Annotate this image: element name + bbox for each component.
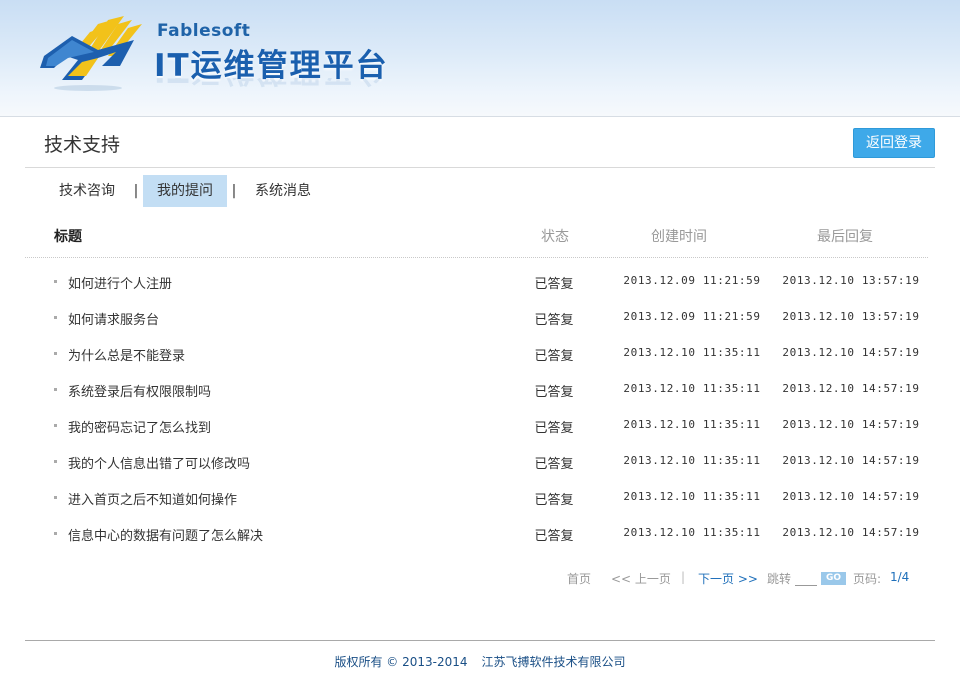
page-title: 技术支持 bbox=[44, 134, 121, 156]
question-title-link[interactable]: 如何请求服务台 bbox=[68, 309, 159, 328]
table-header-divider bbox=[25, 257, 928, 258]
question-last-reply-time: 2013.12.10 14:57:19 bbox=[782, 346, 920, 359]
jump-page-input[interactable] bbox=[795, 572, 817, 586]
bullet-icon bbox=[54, 424, 57, 427]
page-number-label: 页码: bbox=[853, 572, 882, 586]
question-status: 已答复 bbox=[534, 421, 574, 436]
bullet-icon bbox=[54, 532, 57, 535]
table-row: 信息中心的数据有问题了怎么解决 已答复 2013.12.10 11:35:11 … bbox=[0, 515, 960, 551]
tab-system-messages[interactable]: 系统消息 bbox=[241, 175, 325, 207]
tab-separator: | bbox=[133, 183, 139, 199]
table-row: 系统登录后有权限限制吗 已答复 2013.12.10 11:35:11 2013… bbox=[0, 371, 960, 407]
title-divider bbox=[25, 167, 935, 168]
table-row: 为什么总是不能登录 已答复 2013.12.10 11:35:11 2013.1… bbox=[0, 335, 960, 371]
question-title-link[interactable]: 信息中心的数据有问题了怎么解决 bbox=[68, 525, 263, 544]
question-last-reply-time: 2013.12.10 14:57:19 bbox=[782, 454, 920, 467]
pagination: 首页 << 上一页 | 下一页 >> 跳转 GO 页码: 1/4 bbox=[0, 570, 960, 588]
fablesoft-logo-icon bbox=[40, 16, 142, 91]
company-name: 江苏飞搏软件技术有限公司 bbox=[481, 655, 626, 669]
brand-reflection: IT运维管理平台 bbox=[154, 78, 389, 96]
question-status: 已答复 bbox=[534, 493, 574, 508]
question-status: 已答复 bbox=[534, 529, 574, 544]
question-title-link[interactable]: 如何进行个人注册 bbox=[68, 273, 172, 292]
bullet-icon bbox=[54, 316, 57, 319]
go-button[interactable]: GO bbox=[821, 572, 846, 585]
back-to-login-button[interactable]: 返回登录 bbox=[853, 128, 935, 158]
column-header-title: 标题 bbox=[54, 229, 82, 245]
question-title-link[interactable]: 我的个人信息出错了可以修改吗 bbox=[68, 453, 250, 472]
question-last-reply-time: 2013.12.10 14:57:19 bbox=[782, 418, 920, 431]
bullet-icon bbox=[54, 496, 57, 499]
question-last-reply-time: 2013.12.10 14:57:19 bbox=[782, 382, 920, 395]
table-row: 进入首页之后不知道如何操作 已答复 2013.12.10 11:35:11 20… bbox=[0, 479, 960, 515]
question-list: 如何进行个人注册 已答复 2013.12.09 11:21:59 2013.12… bbox=[0, 263, 960, 551]
question-status: 已答复 bbox=[534, 457, 574, 472]
column-header-status: 状态 bbox=[541, 229, 569, 245]
column-header-created: 创建时间 bbox=[651, 229, 707, 245]
bullet-icon bbox=[54, 280, 57, 283]
question-last-reply-time: 2013.12.10 14:57:19 bbox=[782, 490, 920, 503]
question-title-link[interactable]: 我的密码忘记了怎么找到 bbox=[68, 417, 211, 436]
question-created-time: 2013.12.10 11:35:11 bbox=[623, 454, 761, 467]
question-title-link[interactable]: 为什么总是不能登录 bbox=[68, 345, 185, 364]
prev-page-link[interactable]: << 上一页 bbox=[611, 570, 671, 587]
next-page-link[interactable]: 下一页 >> bbox=[698, 570, 758, 587]
question-last-reply-time: 2013.12.10 14:57:19 bbox=[782, 526, 920, 539]
question-created-time: 2013.12.09 11:21:59 bbox=[623, 310, 761, 323]
column-header-last-reply: 最后回复 bbox=[817, 229, 873, 245]
copyright-text: 版权所有 © 2013-2014 bbox=[334, 655, 468, 669]
question-last-reply-time: 2013.12.10 13:57:19 bbox=[782, 310, 920, 323]
bullet-icon bbox=[54, 460, 57, 463]
question-created-time: 2013.12.10 11:35:11 bbox=[623, 526, 761, 539]
tab-bar: 技术咨询 | 我的提问 | 系统消息 bbox=[45, 175, 325, 207]
table-row: 我的个人信息出错了可以修改吗 已答复 2013.12.10 11:35:11 2… bbox=[0, 443, 960, 479]
brand-name-en: Fablesoft bbox=[157, 21, 251, 41]
footer-divider bbox=[25, 640, 935, 641]
question-last-reply-time: 2013.12.10 13:57:19 bbox=[782, 274, 920, 287]
question-created-time: 2013.12.10 11:35:11 bbox=[623, 418, 761, 431]
tab-my-questions[interactable]: 我的提问 bbox=[143, 175, 227, 207]
question-status: 已答复 bbox=[534, 277, 574, 292]
pagination-separator: | bbox=[681, 570, 686, 584]
question-created-time: 2013.12.10 11:35:11 bbox=[623, 382, 761, 395]
footer: 版权所有 © 2013-2014 江苏飞搏软件技术有限公司 bbox=[0, 653, 960, 670]
question-title-link[interactable]: 进入首页之后不知道如何操作 bbox=[68, 489, 237, 508]
bullet-icon bbox=[54, 388, 57, 391]
first-page-link[interactable]: 首页 bbox=[567, 570, 591, 587]
table-row: 我的密码忘记了怎么找到 已答复 2013.12.10 11:35:11 2013… bbox=[0, 407, 960, 443]
question-status: 已答复 bbox=[534, 385, 574, 400]
tab-tech-consult[interactable]: 技术咨询 bbox=[45, 175, 129, 207]
question-status: 已答复 bbox=[534, 313, 574, 328]
table-row: 如何请求服务台 已答复 2013.12.09 11:21:59 2013.12.… bbox=[0, 299, 960, 335]
jump-label: 跳转 bbox=[767, 572, 792, 586]
app-header: Fablesoft IT运维管理平台 IT运维管理平台 bbox=[0, 0, 960, 117]
question-created-time: 2013.12.09 11:21:59 bbox=[623, 274, 761, 287]
bullet-icon bbox=[54, 352, 57, 355]
tab-separator: | bbox=[231, 183, 237, 199]
question-created-time: 2013.12.10 11:35:11 bbox=[623, 490, 761, 503]
question-title-link[interactable]: 系统登录后有权限限制吗 bbox=[68, 381, 211, 400]
question-status: 已答复 bbox=[534, 349, 574, 364]
page-number-value: 1/4 bbox=[890, 570, 910, 584]
table-row: 如何进行个人注册 已答复 2013.12.09 11:21:59 2013.12… bbox=[0, 263, 960, 299]
question-created-time: 2013.12.10 11:35:11 bbox=[623, 346, 761, 359]
